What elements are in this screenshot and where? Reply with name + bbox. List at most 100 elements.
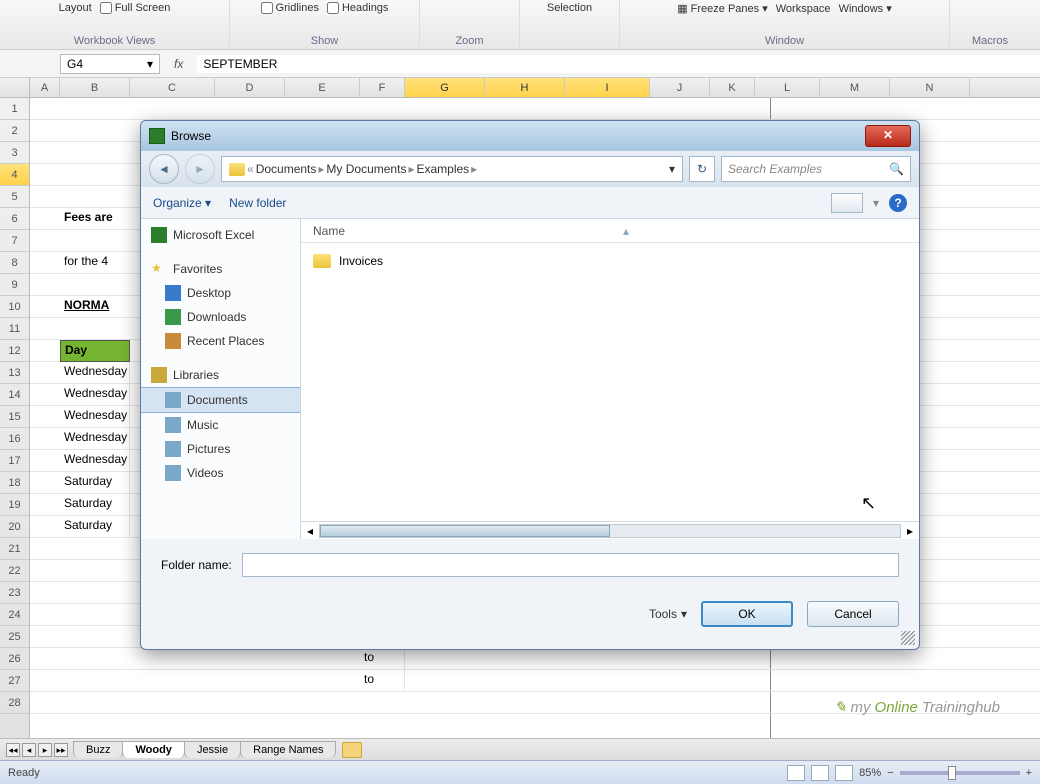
row-header-10[interactable]: 10 [0,296,29,318]
cell-F26[interactable]: to [360,648,405,670]
row-header-12[interactable]: 12 [0,340,29,362]
zoom-out-button[interactable]: − [887,767,893,779]
sidebar-item-excel[interactable]: Microsoft Excel [141,223,300,247]
sidebar-item-videos[interactable]: Videos [141,461,300,485]
cell-B14[interactable]: Wednesday [60,384,130,406]
workspace-button[interactable]: Workspace [776,3,831,15]
cell-B13[interactable]: Wednesday [60,362,130,384]
row-header-5[interactable]: 5 [0,186,29,208]
gridlines-toggle[interactable]: Gridlines [261,2,319,14]
col-header-N[interactable]: N [890,78,970,97]
refresh-button[interactable]: ↻ [689,156,715,182]
freeze-panes-button[interactable]: ▦ Freeze Panes ▾ [677,2,768,15]
col-header-M[interactable]: M [820,78,890,97]
cell-B20[interactable]: Saturday [60,516,130,538]
view-layout-button[interactable] [811,765,829,781]
new-sheet-button[interactable] [342,742,362,758]
selection-button[interactable]: Selection [547,2,592,14]
file-hscrollbar[interactable]: ◂▸ [301,521,919,539]
col-header-E[interactable]: E [285,78,360,97]
organize-menu[interactable]: Organize ▾ [153,196,211,210]
cell-B18[interactable]: Saturday [60,472,130,494]
sidebar-item-recent[interactable]: Recent Places [141,329,300,353]
cell-B16[interactable]: Wednesday [60,428,130,450]
row-header-28[interactable]: 28 [0,692,29,714]
row-header-22[interactable]: 22 [0,560,29,582]
tab-nav-last[interactable]: ▸▸ [54,743,68,757]
cell-B17[interactable]: Wednesday [60,450,130,472]
nav-forward-button[interactable]: ► [185,154,215,184]
col-header-F[interactable]: F [360,78,405,97]
full-screen-toggle[interactable]: Full Screen [100,2,171,14]
folder-name-input[interactable] [242,553,899,577]
file-item-invoices[interactable]: Invoices [313,251,907,271]
row-header-27[interactable]: 27 [0,670,29,692]
formula-input[interactable]: SEPTEMBER [197,55,1040,73]
zoom-slider[interactable] [900,771,1020,775]
file-list[interactable]: Invoices ↖ [301,243,919,521]
sidebar-item-documents[interactable]: Documents [141,387,300,413]
cell-F27[interactable]: to [360,670,405,692]
col-header-C[interactable]: C [130,78,215,97]
fx-icon[interactable]: fx [174,57,183,71]
row-header-2[interactable]: 2 [0,120,29,142]
row-header-6[interactable]: 6 [0,208,29,230]
row-header-23[interactable]: 23 [0,582,29,604]
row-header-14[interactable]: 14 [0,384,29,406]
sidebar-item-libraries[interactable]: Libraries [141,363,300,387]
tools-menu[interactable]: Tools ▾ [649,607,687,621]
col-header-K[interactable]: K [710,78,755,97]
row-header-7[interactable]: 7 [0,230,29,252]
ok-button[interactable]: OK [701,601,793,627]
col-header-A[interactable]: A [30,78,60,97]
sidebar-item-downloads[interactable]: Downloads [141,305,300,329]
row-header-4[interactable]: 4 [0,164,29,186]
zoom-in-button[interactable]: + [1026,767,1032,779]
col-header-L[interactable]: L [755,78,820,97]
row-header-25[interactable]: 25 [0,626,29,648]
row-header-8[interactable]: 8 [0,252,29,274]
row-header-18[interactable]: 18 [0,472,29,494]
tab-nav-first[interactable]: ◂◂ [6,743,20,757]
sidebar-item-pictures[interactable]: Pictures [141,437,300,461]
sidebar-item-desktop[interactable]: Desktop [141,281,300,305]
row-header-9[interactable]: 9 [0,274,29,296]
row-header-16[interactable]: 16 [0,428,29,450]
cancel-button[interactable]: Cancel [807,601,899,627]
col-header-G[interactable]: G [405,78,485,97]
zoom-level[interactable]: 85% [859,767,881,779]
row-header-21[interactable]: 21 [0,538,29,560]
select-all-corner[interactable] [0,78,30,97]
sheet-tab-buzz[interactable]: Buzz [73,741,123,758]
row-header-20[interactable]: 20 [0,516,29,538]
cell-B12[interactable]: Day [60,340,130,362]
row-header-26[interactable]: 26 [0,648,29,670]
resize-grip[interactable] [901,631,915,645]
sheet-tab-woody[interactable]: Woody [122,741,184,758]
sheet-tab-rangenames[interactable]: Range Names [240,741,336,758]
view-pagebreak-button[interactable] [835,765,853,781]
new-folder-button[interactable]: New folder [229,196,286,210]
nav-back-button[interactable]: ◄ [149,154,179,184]
row-header-15[interactable]: 15 [0,406,29,428]
row-header-3[interactable]: 3 [0,142,29,164]
sidebar-item-favorites[interactable]: ★Favorites [141,257,300,281]
close-button[interactable]: ✕ [865,125,911,147]
layout-button[interactable]: Layout [59,2,92,14]
tab-nav-prev[interactable]: ◂ [22,743,36,757]
cell-B19[interactable]: Saturday [60,494,130,516]
row-header-24[interactable]: 24 [0,604,29,626]
row-header-1[interactable]: 1 [0,98,29,120]
search-input[interactable]: Search Examples 🔍 [721,156,911,182]
sidebar-item-music[interactable]: Music [141,413,300,437]
cell-B15[interactable]: Wednesday [60,406,130,428]
col-header-D[interactable]: D [215,78,285,97]
col-header-H[interactable]: H [485,78,565,97]
chevron-down-icon[interactable]: ▾ [147,57,153,71]
help-icon[interactable]: ? [889,194,907,212]
breadcrumb[interactable]: « Documents▸ My Documents▸ Examples▸ ▾ [221,156,683,182]
row-header-19[interactable]: 19 [0,494,29,516]
view-normal-button[interactable] [787,765,805,781]
name-box[interactable]: G4▾ [60,54,160,74]
sheet-tab-jessie[interactable]: Jessie [184,741,241,758]
